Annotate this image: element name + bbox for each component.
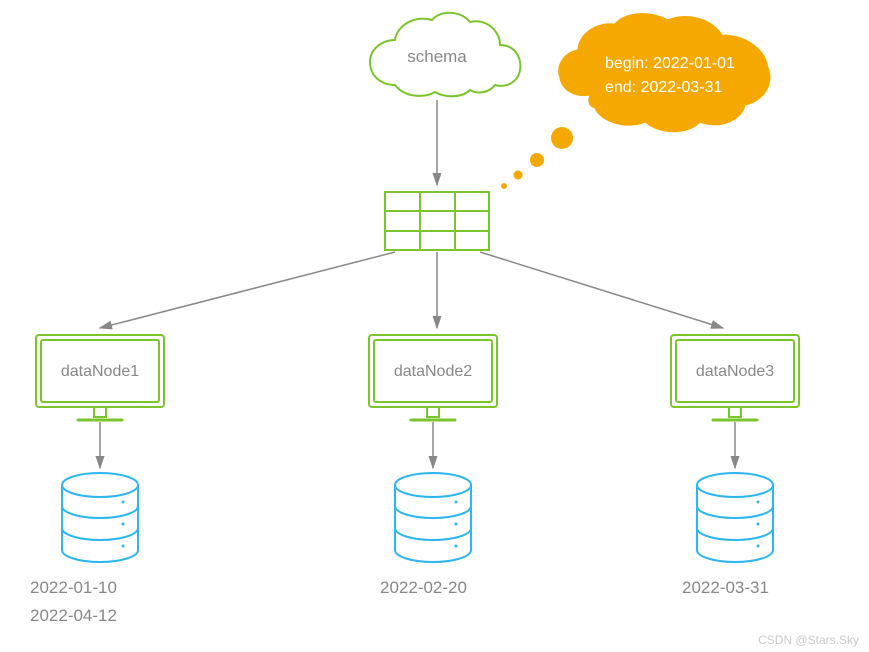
thought-line2: end: 2022-03-31 [605, 79, 723, 96]
database-icon-1 [62, 473, 138, 562]
database-icon-2 [395, 473, 471, 562]
monitor-node2: dataNode2 [369, 335, 497, 420]
node2-date-0: 2022-02-20 [380, 578, 467, 597]
watermark: CSDN @Stars.Sky [758, 633, 859, 647]
schema-cloud: schema [370, 13, 520, 97]
thought-bubble: begin: 2022-01-01 end: 2022-03-31 [501, 14, 770, 189]
monitor-node1: dataNode1 [36, 335, 164, 420]
monitor-node3: dataNode3 [671, 335, 799, 420]
node2-label: dataNode2 [394, 363, 472, 380]
thought-line1: begin: 2022-01-01 [605, 55, 735, 72]
node3-label: dataNode3 [696, 363, 774, 380]
schema-label: schema [407, 47, 467, 66]
node3-date-0: 2022-03-31 [682, 578, 769, 597]
table-icon [385, 192, 489, 250]
database-icon-3 [697, 473, 773, 562]
node1-label: dataNode1 [61, 363, 139, 380]
arrow-table-node3 [480, 252, 723, 328]
node1-date-0: 2022-01-10 [30, 578, 117, 597]
arrow-table-node1 [100, 252, 395, 328]
node1-date-1: 2022-04-12 [30, 606, 117, 625]
